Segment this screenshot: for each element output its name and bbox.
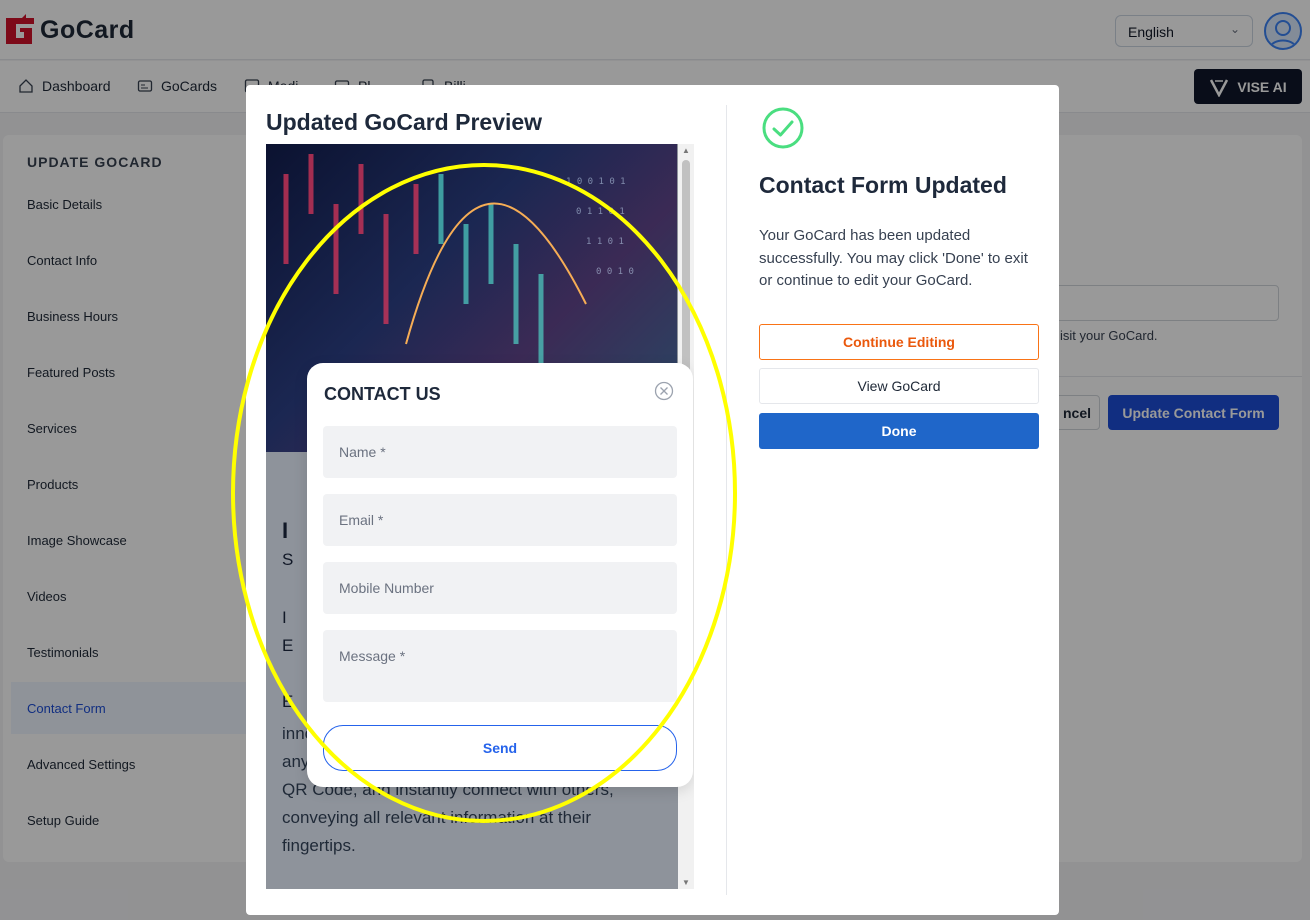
- modal-title: Updated GoCard Preview: [266, 109, 543, 135]
- contact-us-title: CONTACT US: [324, 384, 441, 404]
- message-field[interactable]: Message *: [323, 630, 677, 702]
- svg-text:1 0 0 1 0 1: 1 0 0 1 0 1: [566, 177, 626, 187]
- scroll-up-icon[interactable]: ▲: [682, 146, 690, 155]
- modal-divider: [726, 105, 727, 895]
- name-field[interactable]: Name *: [323, 426, 677, 478]
- view-gocard-button[interactable]: View GoCard: [759, 368, 1039, 404]
- svg-text:1 1 0 1: 1 1 0 1: [586, 237, 624, 247]
- gocard-preview[interactable]: 1 0 0 1 0 1 0 1 1 0 1 1 1 0 1 0 0 1 0 ▲ ▼ I…: [266, 144, 694, 889]
- send-button[interactable]: Send: [323, 725, 677, 771]
- email-field[interactable]: Email *: [323, 494, 677, 546]
- success-title: Contact Form Updated: [759, 172, 1007, 198]
- scroll-down-icon[interactable]: ▼: [682, 878, 690, 887]
- preview-text-fragment-3: E: [282, 692, 294, 711]
- close-icon[interactable]: [654, 381, 674, 401]
- preview-name-fragment: I: [282, 518, 289, 543]
- preview-text-fragment-2: E: [282, 636, 294, 655]
- contact-us-form: CONTACT US Name * Email * Mobile Number …: [307, 363, 693, 787]
- preview-text-fragment-1: I: [282, 608, 287, 627]
- preview-subtitle-fragment: S: [282, 550, 294, 569]
- check-circle-icon: [762, 107, 804, 149]
- mobile-number-field[interactable]: Mobile Number: [323, 562, 677, 614]
- done-button[interactable]: Done: [759, 413, 1039, 449]
- continue-editing-button[interactable]: Continue Editing: [759, 324, 1039, 360]
- svg-text:0 1 1 0 1: 0 1 1 0 1: [576, 207, 625, 217]
- svg-text:0 0 1 0: 0 0 1 0: [596, 267, 634, 277]
- preview-modal: Updated GoCard Preview 1 0 0 1 0 1 0 1 1 …: [246, 85, 1059, 915]
- success-message: Your GoCard has been updated successfull…: [759, 227, 1028, 289]
